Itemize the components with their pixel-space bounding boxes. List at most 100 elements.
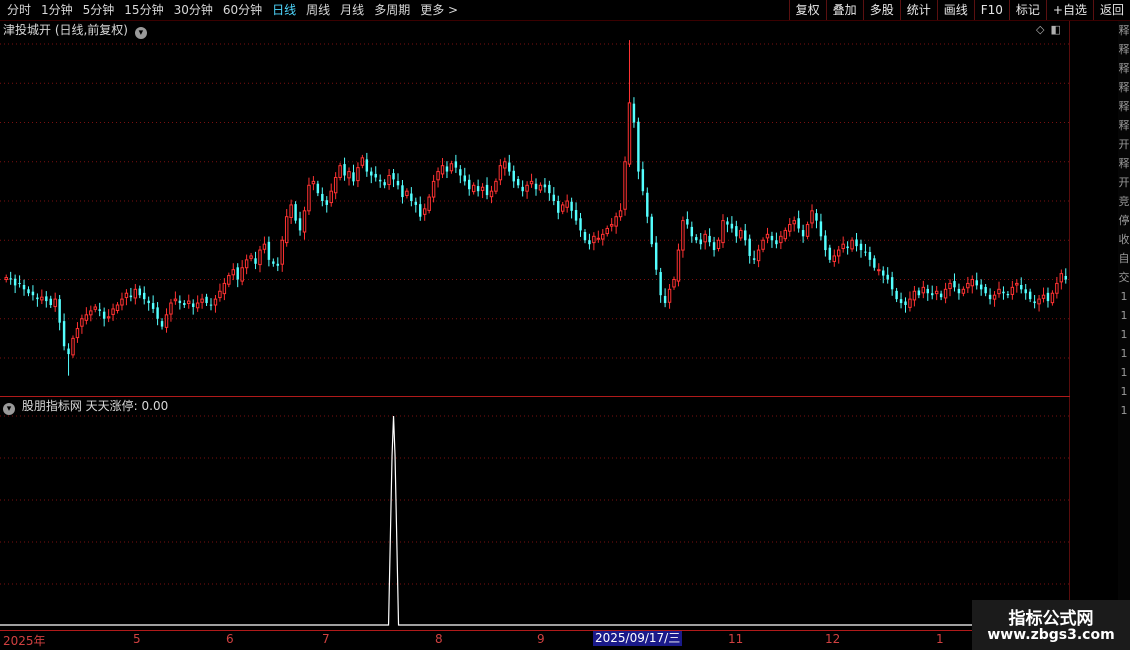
toolbar-button-3[interactable]: 统计 bbox=[899, 0, 937, 20]
candle-body-down bbox=[797, 218, 800, 229]
candle-body-up bbox=[672, 279, 676, 288]
candle-body-down bbox=[574, 210, 578, 221]
main-panel-title: 津投城开 (日线,前复权) ▾ bbox=[3, 22, 147, 39]
candle-body-down bbox=[36, 297, 39, 300]
candle-body-up bbox=[89, 310, 93, 316]
candle-body-down bbox=[178, 300, 182, 304]
candle-body-up bbox=[498, 165, 503, 181]
date-tick-label: 6 bbox=[226, 632, 234, 646]
candle-body-up bbox=[912, 290, 917, 301]
toolbar-button-4[interactable]: 画线 bbox=[936, 0, 974, 20]
period-tab-7[interactable]: 周线 bbox=[301, 0, 335, 20]
candle-body-up bbox=[676, 249, 681, 282]
candle-body-up bbox=[471, 184, 476, 193]
candle-body-up bbox=[805, 224, 810, 237]
candle-body-down bbox=[1002, 291, 1005, 294]
candle-body-up bbox=[249, 255, 253, 259]
candle-body-down bbox=[534, 183, 538, 190]
candle-body-down bbox=[819, 221, 823, 237]
candle-body-down bbox=[904, 301, 907, 306]
right-strip-char: 开 bbox=[1118, 176, 1130, 189]
candle-body-down bbox=[957, 288, 961, 294]
candle-body-down bbox=[419, 204, 422, 217]
period-tab-8[interactable]: 月线 bbox=[335, 0, 369, 20]
candle-body-up bbox=[1059, 273, 1064, 283]
toolbar-buttons: 复权 叠加 多股 统计 画线 F10 标记 +自选 返回 bbox=[788, 0, 1130, 20]
candle-body-up bbox=[609, 224, 614, 227]
candle-body-up bbox=[307, 184, 311, 212]
candle-body-up bbox=[227, 275, 231, 285]
candle-body-down bbox=[160, 321, 164, 327]
candle-body-down bbox=[552, 194, 556, 201]
toolbar-button-0[interactable]: 复权 bbox=[788, 0, 826, 20]
period-tab-6[interactable]: 日线 bbox=[267, 0, 301, 20]
period-tab-0[interactable]: 分时 bbox=[2, 0, 36, 20]
candle-body-up bbox=[601, 233, 605, 240]
candle-body-down bbox=[726, 221, 729, 225]
period-tab-10[interactable]: 更多 > bbox=[415, 0, 463, 20]
candle-body-down bbox=[143, 292, 146, 300]
candle-body-up bbox=[627, 102, 632, 165]
window-toggle-icon[interactable]: ◧ bbox=[1050, 23, 1060, 36]
candle-body-down bbox=[294, 204, 297, 221]
candle-body-up bbox=[75, 328, 80, 339]
period-tab-2[interactable]: 5分钟 bbox=[78, 0, 120, 20]
period-tab-4[interactable]: 30分钟 bbox=[169, 0, 218, 20]
period-tab-1[interactable]: 1分钟 bbox=[36, 0, 78, 20]
candle-body-up bbox=[739, 229, 743, 239]
diamond-icon[interactable]: ◇ bbox=[1036, 23, 1044, 36]
candle-body-up bbox=[115, 304, 120, 312]
candle-body-up bbox=[1015, 282, 1019, 286]
period-tab-9[interactable]: 多周期 bbox=[369, 0, 415, 20]
period-tab-5[interactable]: 60分钟 bbox=[218, 0, 267, 20]
right-strip-char: 1 bbox=[1120, 385, 1128, 398]
date-tick-label: 12 bbox=[825, 632, 841, 646]
right-strip-char: 释 bbox=[1118, 62, 1130, 75]
dropdown-circle-icon[interactable]: ▾ bbox=[134, 27, 147, 39]
right-strip-char: 释 bbox=[1118, 157, 1130, 170]
candle-body-up bbox=[173, 298, 178, 302]
candle-body-down bbox=[209, 304, 213, 306]
toolbar-button-8[interactable]: 返回 bbox=[1092, 0, 1130, 20]
candle-body-up bbox=[1010, 286, 1015, 295]
candle-body-down bbox=[650, 216, 653, 245]
date-tick-label: 7 bbox=[322, 632, 330, 646]
stock-chart[interactable]: 3.603.403.203.002.802.602.402.202.001.00… bbox=[0, 21, 1070, 628]
candle-body-up bbox=[948, 282, 952, 290]
toolbar-button-1[interactable]: 叠加 bbox=[825, 0, 863, 20]
candle-body-down bbox=[325, 200, 328, 205]
candle-body-down bbox=[138, 288, 142, 296]
candle-body-up bbox=[623, 161, 627, 210]
watermark-url: www.zbgs3.com bbox=[987, 627, 1115, 643]
candle-body-up bbox=[284, 216, 289, 244]
toolbar-button-7[interactable]: +自选 bbox=[1045, 0, 1093, 20]
candle-body-up bbox=[810, 210, 814, 224]
candle-body-down bbox=[939, 293, 943, 298]
candle-body-down bbox=[641, 169, 645, 192]
candle-body-up bbox=[525, 184, 529, 192]
candle-body-down bbox=[316, 183, 320, 194]
candle-body-down bbox=[748, 238, 751, 256]
period-tab-3[interactable]: 15分钟 bbox=[119, 0, 168, 20]
candle-body-up bbox=[84, 314, 89, 321]
candle-body-up bbox=[387, 174, 391, 186]
indicator-dropdown-icon[interactable]: ▾ bbox=[3, 403, 15, 415]
candle-body-down bbox=[588, 240, 591, 245]
candle-body-up bbox=[427, 196, 431, 211]
candle-body-down bbox=[512, 170, 515, 182]
toolbar-button-6[interactable]: 标记 bbox=[1008, 0, 1046, 20]
candle-body-down bbox=[22, 284, 26, 290]
candle-body-down bbox=[828, 247, 832, 260]
right-info-strip: 释释释释释释开释开竞停收自交1111111 bbox=[1118, 21, 1130, 631]
candle-body-up bbox=[449, 163, 454, 172]
candle-body-down bbox=[1020, 284, 1023, 290]
candle-body-down bbox=[984, 286, 987, 294]
toolbar-button-2[interactable]: 多股 bbox=[862, 0, 900, 20]
candle-body-up bbox=[792, 220, 796, 225]
candle-body-down bbox=[1064, 275, 1067, 280]
toolbar-button-5[interactable]: F10 bbox=[973, 0, 1009, 20]
candle-body-down bbox=[1006, 294, 1010, 296]
candle-body-up bbox=[592, 235, 596, 244]
candle-body-down bbox=[953, 281, 956, 288]
candle-body-up bbox=[93, 306, 97, 310]
